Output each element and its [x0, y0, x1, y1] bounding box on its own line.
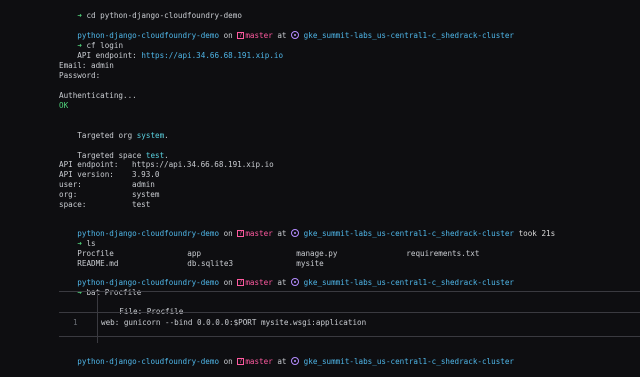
api-endpoint-url: https://api.34.66.68.191.xip.io	[141, 50, 284, 60]
kubernetes-icon	[291, 356, 300, 365]
command-line-cf-login: ➜ cf login	[59, 31, 123, 50]
targeted-space-prefix: Targeted space	[77, 150, 146, 160]
git-branch-icon	[237, 229, 245, 239]
took-label: took	[518, 228, 537, 238]
prompt-line: python-django-cloudfoundry-demo on maste…	[59, 21, 514, 41]
bat-file-header: File: Procfile	[101, 297, 183, 316]
bat-line-content: web: gunicorn --bind 0.0.0.0:$PORT mysit…	[101, 318, 367, 327]
prompt-at: at	[277, 277, 287, 287]
took-time: 21s	[541, 228, 556, 238]
info-value: admin	[132, 180, 155, 189]
api-endpoint-line: API endpoint: https://api.34.66.68.191.x…	[59, 41, 283, 60]
info-row: API endpoint: https://api.34.66.68.191.xi…	[59, 160, 274, 170]
api-endpoint-label: API endpoint:	[77, 50, 142, 60]
bat-bottom-border	[59, 336, 640, 337]
prompt-cluster: gke_summit-labs_us-central1-c_shedrack-c…	[303, 228, 514, 238]
prompt-branch: master	[245, 228, 273, 238]
period: .	[164, 130, 169, 140]
info-row: space: test	[59, 200, 150, 210]
info-label: API version:	[59, 170, 114, 179]
bat-line-number: 1	[73, 318, 78, 327]
targeted-org-value: system	[136, 130, 165, 140]
command-text: bat Procfile	[86, 287, 142, 297]
prompt-line: python-django-cloudfoundry-demo on maste…	[59, 347, 514, 367]
info-value: 3.93.0	[132, 170, 160, 179]
terminal-output: ➜ cd python-django-cloudfoundry-demo pyt…	[59, 0, 640, 367]
prompt-branch: master	[245, 30, 273, 40]
command-line-ls: ➜ ls	[59, 229, 95, 248]
prompt-on: on	[223, 228, 233, 238]
kubernetes-icon	[291, 277, 300, 286]
prompt-cluster: gke_summit-labs_us-central1-c_shedrack-c…	[303, 277, 514, 287]
kubernetes-icon	[291, 228, 300, 237]
command-text: cd python-django-cloudfoundry-demo	[86, 10, 242, 20]
bat-header-border	[59, 312, 640, 313]
prompt-cluster: gke_summit-labs_us-central1-c_shedrack-c…	[303, 356, 514, 366]
prompt-at: at	[277, 356, 287, 366]
authenticating-line: Authenticating...	[59, 91, 137, 100]
period: .	[164, 150, 169, 160]
command-line-bat: ➜ bat Procfile	[59, 278, 141, 297]
prompt-arrow: ➜	[77, 287, 82, 297]
bat-top-border	[59, 291, 640, 292]
prompt-at: at	[277, 30, 287, 40]
targeted-space-value: test	[145, 150, 165, 160]
prompt-branch: master	[245, 356, 273, 366]
prompt-at: at	[277, 228, 287, 238]
prompt-line: python-django-cloudfoundry-demo on maste…	[59, 268, 514, 288]
targeted-space-line: Targeted space test.	[59, 141, 168, 160]
prompt-line: python-django-cloudfoundry-demo on maste…	[59, 219, 555, 239]
info-label: user:	[59, 180, 82, 189]
prompt-dir: python-django-cloudfoundry-demo	[77, 356, 220, 366]
info-row: API version: 3.93.0	[59, 170, 159, 180]
info-label: space:	[59, 200, 87, 209]
prompt-arrow: ➜	[77, 10, 82, 20]
info-value: https://api.34.66.68.191.xip.io	[132, 160, 274, 169]
info-label: API endpoint:	[59, 160, 119, 169]
info-label: org:	[59, 190, 78, 199]
email-line: Email: admin	[59, 61, 114, 70]
command-line-cd: ➜ cd python-django-cloudfoundry-demo	[59, 1, 242, 20]
targeted-org-line: Targeted org system.	[59, 121, 168, 140]
git-branch-icon	[237, 357, 245, 367]
targeted-org-prefix: Targeted org	[77, 130, 137, 140]
prompt-dir: python-django-cloudfoundry-demo	[77, 228, 220, 238]
prompt-branch: master	[245, 277, 273, 287]
info-value: system	[132, 190, 160, 199]
prompt-cluster: gke_summit-labs_us-central1-c_shedrack-c…	[303, 30, 514, 40]
info-row: user: admin	[59, 180, 155, 190]
info-row: org: system	[59, 190, 159, 200]
kubernetes-icon	[291, 30, 300, 39]
ls-row: Procfile app manage.py requirements.txt	[59, 239, 479, 258]
password-line: Password:	[59, 71, 101, 80]
prompt-on: on	[223, 356, 233, 366]
prompt-on: on	[223, 277, 233, 287]
info-value: test	[132, 200, 151, 209]
ok-line: OK	[59, 101, 69, 110]
prompt-on: on	[223, 30, 233, 40]
git-branch-icon	[237, 278, 245, 288]
ls-file: requirements.txt	[406, 248, 480, 258]
ls-row: README.md db.sqlite3 mysite	[59, 249, 406, 268]
git-branch-icon	[237, 31, 245, 41]
